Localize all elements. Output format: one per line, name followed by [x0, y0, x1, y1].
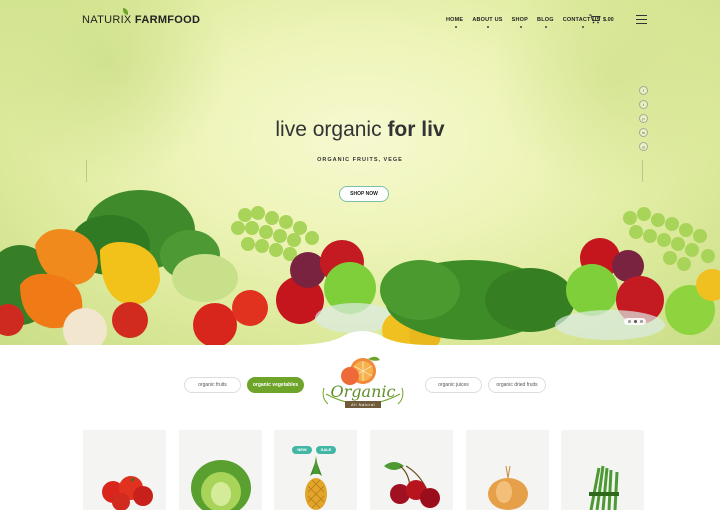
organic-emblem: Organic All Natural	[318, 354, 408, 416]
onion-image	[488, 465, 528, 510]
slider-prev-line[interactable]	[86, 160, 87, 182]
product-card[interactable]	[83, 430, 166, 511]
slider-pagination[interactable]	[624, 318, 646, 325]
nav-home[interactable]: HOME	[446, 17, 463, 28]
product-card[interactable]	[370, 430, 453, 510]
twitter-icon[interactable]: t	[639, 100, 648, 109]
nav-about-us[interactable]: ABOUT US	[472, 17, 502, 28]
produce-image	[0, 190, 720, 345]
emblem-title: Organic	[330, 382, 396, 401]
emblem-ribbon: All Natural	[345, 401, 381, 408]
new-badge: NEW	[292, 446, 312, 454]
main-nav: HOME ABOUT US SHOP BLOG CONTACT US	[446, 17, 609, 28]
cabbage-image	[191, 460, 251, 515]
logo-text-bold: FARMFOOD	[134, 14, 201, 26]
product-card[interactable]	[561, 430, 644, 511]
slider-dot[interactable]	[628, 320, 631, 323]
hero-title-bold: for liv	[387, 118, 445, 141]
cart-icon[interactable]	[589, 14, 601, 24]
cart-total: $.00	[603, 17, 614, 23]
google-icon[interactable]: g	[639, 142, 648, 151]
facebook-icon[interactable]: f	[639, 86, 648, 95]
slider-next-line[interactable]	[642, 160, 643, 182]
pineapple-image	[305, 456, 327, 510]
site-logo[interactable]: NATURIX FARMFOOD	[82, 8, 201, 26]
slider-dot[interactable]	[640, 320, 643, 323]
nav-shop[interactable]: SHOP	[512, 17, 528, 28]
hero-banner: NATURIX FARMFOOD HOME ABOUT US SHOP BLOG…	[0, 0, 720, 345]
tab-organic-juices[interactable]: organic juices	[425, 377, 482, 393]
tomato-image	[102, 476, 153, 511]
product-card[interactable]	[179, 430, 262, 515]
hero-title-plain: live organic	[275, 118, 388, 141]
tab-organic-vegetables[interactable]: organic vegetables	[247, 377, 304, 393]
nav-blog[interactable]: BLOG	[537, 17, 554, 28]
logo-text-thin: NATURIX	[82, 14, 135, 26]
hamburger-menu-icon[interactable]	[636, 15, 647, 27]
slider-dot-active[interactable]	[634, 320, 637, 323]
hero-subtitle: ORGANIC FRUITS, VEGE	[317, 157, 403, 163]
asparagus-image	[589, 465, 619, 511]
product-card[interactable]	[466, 430, 549, 510]
cherry-image	[384, 462, 440, 508]
product-card[interactable]	[274, 430, 357, 510]
shop-now-button[interactable]: SHOP NOW	[339, 186, 389, 202]
tab-organic-fruits[interactable]: organic fruits	[184, 377, 241, 393]
tab-organic-dried-fruits[interactable]: organic dried fruits	[488, 377, 546, 393]
sale-badge: SALE	[316, 446, 336, 454]
hero-title: live organic for liv	[0, 118, 720, 142]
